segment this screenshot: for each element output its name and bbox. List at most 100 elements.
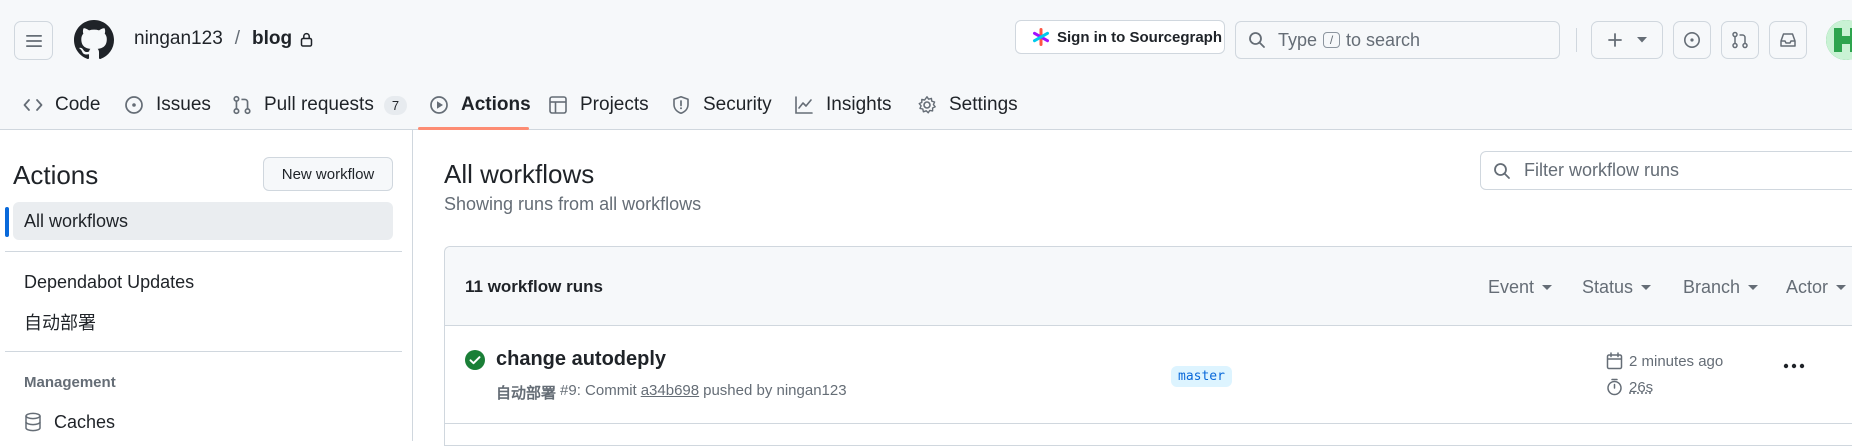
pull-request-icon [233, 95, 251, 115]
run-number: #9: Commit [560, 382, 637, 399]
tab-pull-requests[interactable]: Pull requests 7 [232, 80, 408, 130]
sidebar-item-label: 自动部署 [24, 313, 96, 333]
shield-icon [673, 96, 689, 114]
github-logo-icon[interactable] [74, 20, 114, 60]
issue-icon [125, 96, 143, 114]
event-filter-dropdown[interactable]: Event [1488, 277, 1553, 298]
breadcrumb: ningan123 / blog [134, 28, 313, 50]
page-subtitle: Showing runs from all workflows [444, 194, 702, 214]
run-timestamp: 2 minutes ago [1606, 352, 1723, 370]
run-meta: 自动部署 #9: Commit a34b698 pushed by ningan… [496, 382, 847, 403]
tab-settings[interactable]: Settings [917, 80, 1018, 130]
new-workflow-button[interactable]: New workflow [263, 157, 393, 191]
chevron-down-icon [1637, 37, 1647, 43]
commit-sha-link[interactable]: a34b698 [641, 382, 699, 403]
run-pushed-by: pushed by ningan123 [703, 382, 847, 399]
hamburger-icon [25, 34, 42, 47]
branch-badge[interactable]: master [1171, 366, 1232, 387]
run-timestamp-text: 2 minutes ago [1629, 352, 1724, 370]
search-shortcut-key: / [1323, 32, 1341, 48]
plus-icon [1608, 33, 1622, 47]
pull-request-icon [1732, 31, 1748, 49]
actions-sidebar: Actions New workflow All workflows Depen… [0, 130, 413, 441]
search-prefix: Type [1278, 29, 1318, 50]
tab-projects[interactable]: Projects [548, 80, 649, 130]
sidebar-divider [5, 351, 402, 352]
sidebar-item-dependabot-updates[interactable]: Dependabot Updates [13, 263, 393, 301]
search-icon [1249, 32, 1265, 48]
table-icon [549, 96, 567, 114]
tab-issues-label: Issues [156, 94, 211, 115]
user-avatar[interactable] [1826, 20, 1852, 60]
sidebar-item-label: Dependabot Updates [24, 271, 195, 292]
kebab-menu-icon[interactable] [1783, 363, 1805, 369]
sidebar-item-label: All workflows [24, 210, 129, 231]
runs-list-header: 11 workflow runs Event Status Branch Act… [445, 247, 1852, 326]
status-filter-dropdown[interactable]: Status [1582, 277, 1652, 298]
tab-code[interactable]: Code [23, 80, 100, 130]
workflows-main: All workflows Showing runs from all work… [414, 130, 1852, 446]
gear-icon [918, 96, 936, 114]
chevron-down-icon [1748, 285, 1759, 290]
runs-count: 11 workflow runs [465, 277, 603, 296]
issues-shortcut-button[interactable] [1673, 21, 1711, 59]
tab-actions[interactable]: Actions [429, 80, 531, 130]
branch-filter-dropdown[interactable]: Branch [1683, 277, 1759, 298]
chevron-down-icon [1641, 285, 1652, 290]
tab-projects-label: Projects [580, 94, 649, 115]
top-bar: ningan123 / blog Sign in to Sourcegraph [0, 0, 1852, 80]
sidebar-management-heading: Management [24, 374, 116, 391]
tab-security-label: Security [703, 94, 772, 115]
database-icon [25, 412, 41, 432]
pull-requests-count-badge: 7 [383, 95, 408, 115]
sourcegraph-icon [1033, 28, 1049, 46]
actor-filter-dropdown[interactable]: Actor [1786, 277, 1847, 298]
run-duration: 26s [1606, 378, 1653, 396]
tab-actions-label: Actions [461, 94, 531, 115]
chevron-down-icon [1542, 285, 1553, 290]
issue-icon [1684, 32, 1700, 48]
run-workflow-name: 自动部署 [496, 385, 557, 402]
filter-workflow-runs-input[interactable]: Filter workflow runs [1480, 151, 1852, 190]
status-filter-label: Status [1582, 277, 1634, 297]
tab-insights[interactable]: Insights [794, 80, 891, 130]
tab-code-label: Code [55, 94, 101, 115]
header-divider [1576, 28, 1577, 52]
breadcrumb-owner[interactable]: ningan123 [134, 28, 223, 50]
sourcegraph-signin-label: Sign in to Sourcegraph [1057, 28, 1223, 46]
play-icon [430, 96, 448, 114]
menu-button[interactable] [14, 21, 53, 60]
global-search-input[interactable]: Type / to search [1235, 21, 1560, 59]
create-new-button[interactable] [1591, 21, 1663, 59]
pull-requests-shortcut-button[interactable] [1721, 21, 1759, 59]
tab-security[interactable]: Security [671, 80, 772, 130]
app-header: ningan123 / blog Sign in to Sourcegraph [0, 0, 1852, 130]
actor-filter-label: Actor [1786, 277, 1829, 297]
event-filter-label: Event [1488, 277, 1535, 297]
active-item-indicator [5, 207, 9, 237]
success-check-icon [465, 350, 485, 370]
lock-icon [300, 32, 313, 47]
breadcrumb-separator: / [234, 28, 241, 49]
sidebar-item-auto-deploy[interactable]: 自动部署 [13, 303, 393, 341]
page-title: All workflows [444, 159, 595, 189]
chevron-down-icon [1836, 285, 1847, 290]
breadcrumb-repo[interactable]: blog [252, 28, 292, 50]
search-icon [1494, 162, 1510, 179]
inbox-button[interactable] [1769, 21, 1807, 59]
sidebar-title: Actions [13, 160, 99, 190]
filter-placeholder: Filter workflow runs [1524, 160, 1680, 180]
tab-pull-requests-label: Pull requests [264, 94, 374, 115]
tab-issues[interactable]: Issues [124, 80, 211, 130]
tab-insights-label: Insights [826, 94, 892, 115]
sidebar-divider [5, 251, 402, 252]
repo-tabs: Code Issues Pull requests 7 Actions Proj… [0, 80, 1852, 130]
workflow-run-row[interactable]: change autodeply 自动部署 #9: Commit a34b698… [445, 327, 1852, 424]
run-title[interactable]: change autodeply [496, 348, 666, 371]
sourcegraph-signin-button[interactable]: Sign in to Sourcegraph [1015, 20, 1225, 54]
sidebar-item-caches[interactable]: Caches [13, 403, 393, 441]
sidebar-item-all-workflows[interactable]: All workflows [13, 202, 393, 240]
stopwatch-icon [1607, 378, 1622, 396]
graph-icon [795, 96, 813, 114]
branch-filter-label: Branch [1683, 277, 1741, 297]
